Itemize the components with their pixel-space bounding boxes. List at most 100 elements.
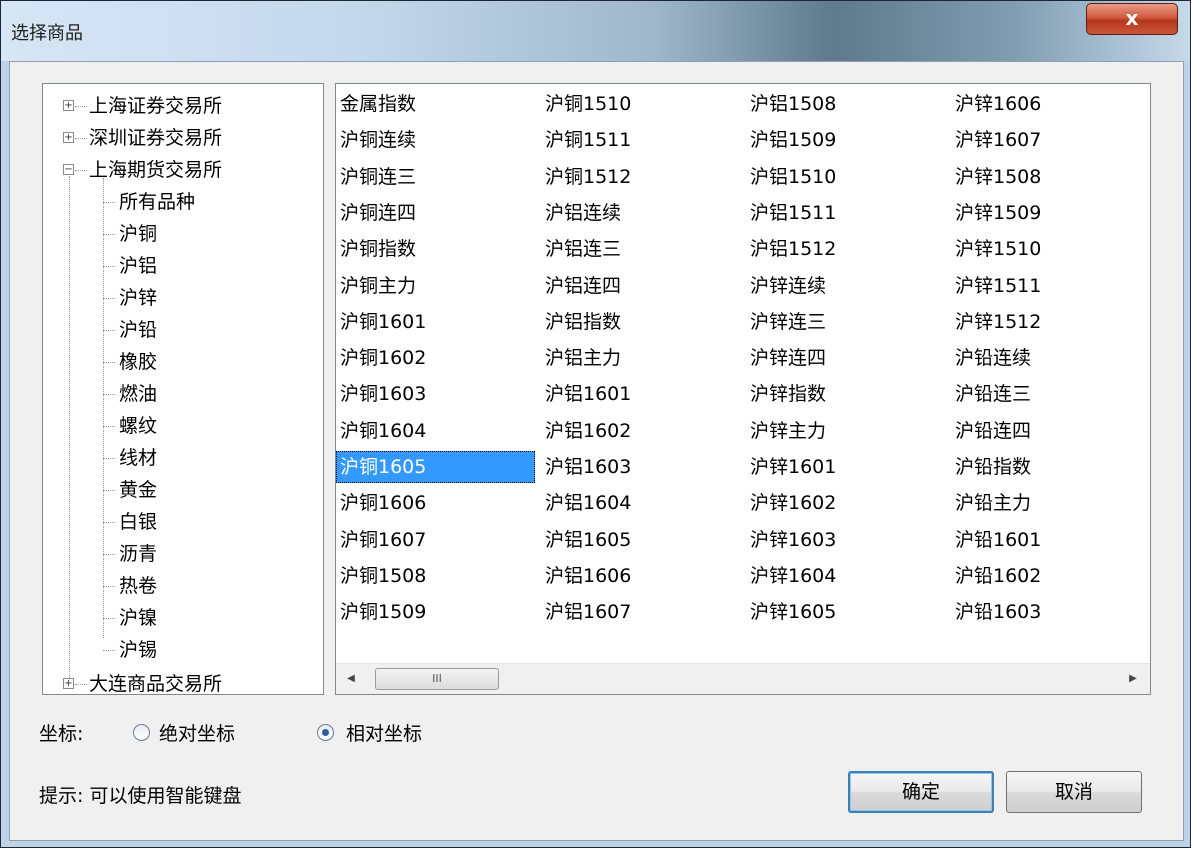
relative-coords-radio[interactable] <box>317 724 334 741</box>
list-item[interactable]: 沪锌1602 <box>746 487 945 519</box>
cancel-button[interactable]: 取消 <box>1006 771 1142 813</box>
list-item[interactable]: 沪铅1602 <box>951 560 1150 592</box>
list-item[interactable]: 沪铝连四 <box>541 270 740 302</box>
list-scroll-thumb[interactable]: III <box>375 668 499 690</box>
list-item[interactable]: 沪锌连四 <box>746 342 945 374</box>
list-item[interactable]: 沪铝1512 <box>746 233 945 265</box>
list-item[interactable]: 沪铝1510 <box>746 161 945 193</box>
list-item[interactable]: 沪铜指数 <box>336 233 535 265</box>
list-item[interactable]: 沪铜1604 <box>336 415 535 447</box>
list-item[interactable]: 沪锌1509 <box>951 197 1150 229</box>
list-item[interactable]: 沪铜连四 <box>336 197 535 229</box>
list-item[interactable]: 沪铜1603 <box>336 378 535 410</box>
expand-icon[interactable]: + <box>63 100 74 111</box>
tree-item-commodity[interactable]: 沪镍 <box>119 602 157 634</box>
list-item[interactable]: 沪铜1508 <box>336 560 535 592</box>
product-list[interactable]: ◀ III ▶ 金属指数沪铜连续沪铜连三沪铜连四沪铜指数沪铜主力沪铜1601 沪铜… <box>335 83 1151 695</box>
tree-item-commodity[interactable]: 沪锡 <box>119 634 157 666</box>
expand-icon[interactable]: + <box>63 678 74 689</box>
list-item[interactable]: 沪铜1606 <box>336 487 535 519</box>
list-item[interactable]: 沪铝1607 <box>541 596 740 628</box>
tree-item-commodity[interactable]: 沪锌 <box>119 282 157 314</box>
list-item[interactable]: 沪铝1606 <box>541 560 740 592</box>
tree-item-commodity[interactable]: 沪铝 <box>119 250 157 282</box>
list-item[interactable]: 沪铝指数 <box>541 306 740 338</box>
list-item[interactable]: 沪锌1510 <box>951 233 1150 265</box>
tree-item-commodity[interactable]: 线材 <box>119 442 157 474</box>
tree-item-commodity[interactable]: 沪铜 <box>119 218 157 250</box>
list-item[interactable]: 金属指数 <box>336 88 535 120</box>
tree-item-commodity[interactable]: 沥青 <box>119 538 157 570</box>
ok-button[interactable]: 确定 <box>848 771 994 813</box>
list-item[interactable]: 沪锌1512 <box>951 306 1150 338</box>
tree-item-exchange[interactable]: 上海证券交易所 <box>89 90 222 122</box>
scroll-right-arrow-icon[interactable]: ▶ <box>1118 664 1148 694</box>
list-item[interactable]: 沪铅主力 <box>951 487 1150 519</box>
close-button[interactable]: x <box>1086 3 1178 35</box>
list-item[interactable]: 沪铜主力 <box>336 270 535 302</box>
tree-item-commodity[interactable]: 燃油 <box>119 378 157 410</box>
list-item[interactable]: 沪铜1510 <box>541 88 740 120</box>
absolute-coords-label[interactable]: 绝对坐标 <box>159 719 235 746</box>
list-item[interactable]: 沪锌1511 <box>951 270 1150 302</box>
list-item[interactable]: 沪铝1508 <box>746 88 945 120</box>
list-item[interactable]: 沪铜1602 <box>336 342 535 374</box>
list-item[interactable]: 沪铝1602 <box>541 415 740 447</box>
tree-item-commodity[interactable]: 黄金 <box>119 474 157 506</box>
list-item[interactable]: 沪铝1601 <box>541 378 740 410</box>
list-item[interactable]: 沪锌1607 <box>951 124 1150 156</box>
tree-item-commodity[interactable]: 白银 <box>119 506 157 538</box>
list-item[interactable]: 沪铝连三 <box>541 233 740 265</box>
list-item[interactable]: 沪铝1604 <box>541 487 740 519</box>
list-item[interactable]: 沪铜1509 <box>336 596 535 628</box>
list-item[interactable]: 沪铅连四 <box>951 415 1150 447</box>
list-item[interactable]: 沪锌连续 <box>746 270 945 302</box>
tree-item-commodity[interactable]: 橡胶 <box>119 346 157 378</box>
title-bar[interactable]: 选择商品 x <box>1 1 1190 61</box>
window-title: 选择商品 <box>11 23 83 44</box>
exchange-tree[interactable]: ▲ ≡ ▼ +上海证券交易所+深圳证券交易所−上海期货交易所所有品种沪铜沪铝沪锌… <box>42 83 324 695</box>
tree-item-exchange[interactable]: 大连商品交易所 <box>89 668 222 694</box>
tree-item-commodity[interactable]: 所有品种 <box>119 186 195 218</box>
list-item[interactable]: 沪锌主力 <box>746 415 945 447</box>
absolute-coords-radio[interactable] <box>133 724 150 741</box>
list-item[interactable]: 沪铜1511 <box>541 124 740 156</box>
list-item[interactable]: 沪铝1509 <box>746 124 945 156</box>
scroll-left-arrow-icon[interactable]: ◀ <box>336 664 366 694</box>
collapse-icon[interactable]: − <box>63 164 74 175</box>
tree-item-exchange[interactable]: 深圳证券交易所 <box>89 122 222 154</box>
list-item[interactable]: 沪铅连三 <box>951 378 1150 410</box>
list-item[interactable]: 沪铝1605 <box>541 524 740 556</box>
list-item[interactable]: 沪铅指数 <box>951 451 1150 483</box>
tree-connector <box>75 170 87 171</box>
tree-item-commodity[interactable]: 热卷 <box>119 570 157 602</box>
tree-connector <box>103 650 115 651</box>
list-item[interactable]: 沪铜连三 <box>336 161 535 193</box>
list-item[interactable]: 沪锌1601 <box>746 451 945 483</box>
list-item[interactable]: 沪铜连续 <box>336 124 535 156</box>
list-item[interactable]: 沪锌1604 <box>746 560 945 592</box>
list-item[interactable]: 沪铝主力 <box>541 342 740 374</box>
list-item[interactable]: 沪铝1603 <box>541 451 740 483</box>
list-item[interactable]: 沪锌指数 <box>746 378 945 410</box>
list-item[interactable]: 沪锌连三 <box>746 306 945 338</box>
tree-item-exchange[interactable]: 上海期货交易所 <box>89 154 222 186</box>
list-item[interactable]: 沪锌1606 <box>951 88 1150 120</box>
list-item[interactable]: 沪锌1508 <box>951 161 1150 193</box>
list-item[interactable]: 沪铜1512 <box>541 161 740 193</box>
list-item[interactable]: 沪铜1601 <box>336 306 535 338</box>
tree-item-commodity[interactable]: 沪铅 <box>119 314 157 346</box>
list-item[interactable]: 沪铅1601 <box>951 524 1150 556</box>
list-item[interactable]: 沪锌1605 <box>746 596 945 628</box>
list-item[interactable]: 沪铝1511 <box>746 197 945 229</box>
list-item[interactable]: 沪铅1603 <box>951 596 1150 628</box>
list-item[interactable]: 沪锌1603 <box>746 524 945 556</box>
list-item-selected[interactable]: 沪铜1605 <box>336 451 535 483</box>
tree-item-commodity[interactable]: 螺纹 <box>119 410 157 442</box>
list-horizontal-scrollbar[interactable]: ◀ III ▶ <box>336 663 1150 694</box>
list-item[interactable]: 沪铝连续 <box>541 197 740 229</box>
relative-coords-label[interactable]: 相对坐标 <box>346 719 422 746</box>
list-item[interactable]: 沪铅连续 <box>951 342 1150 374</box>
list-item[interactable]: 沪铜1607 <box>336 524 535 556</box>
expand-icon[interactable]: + <box>63 132 74 143</box>
